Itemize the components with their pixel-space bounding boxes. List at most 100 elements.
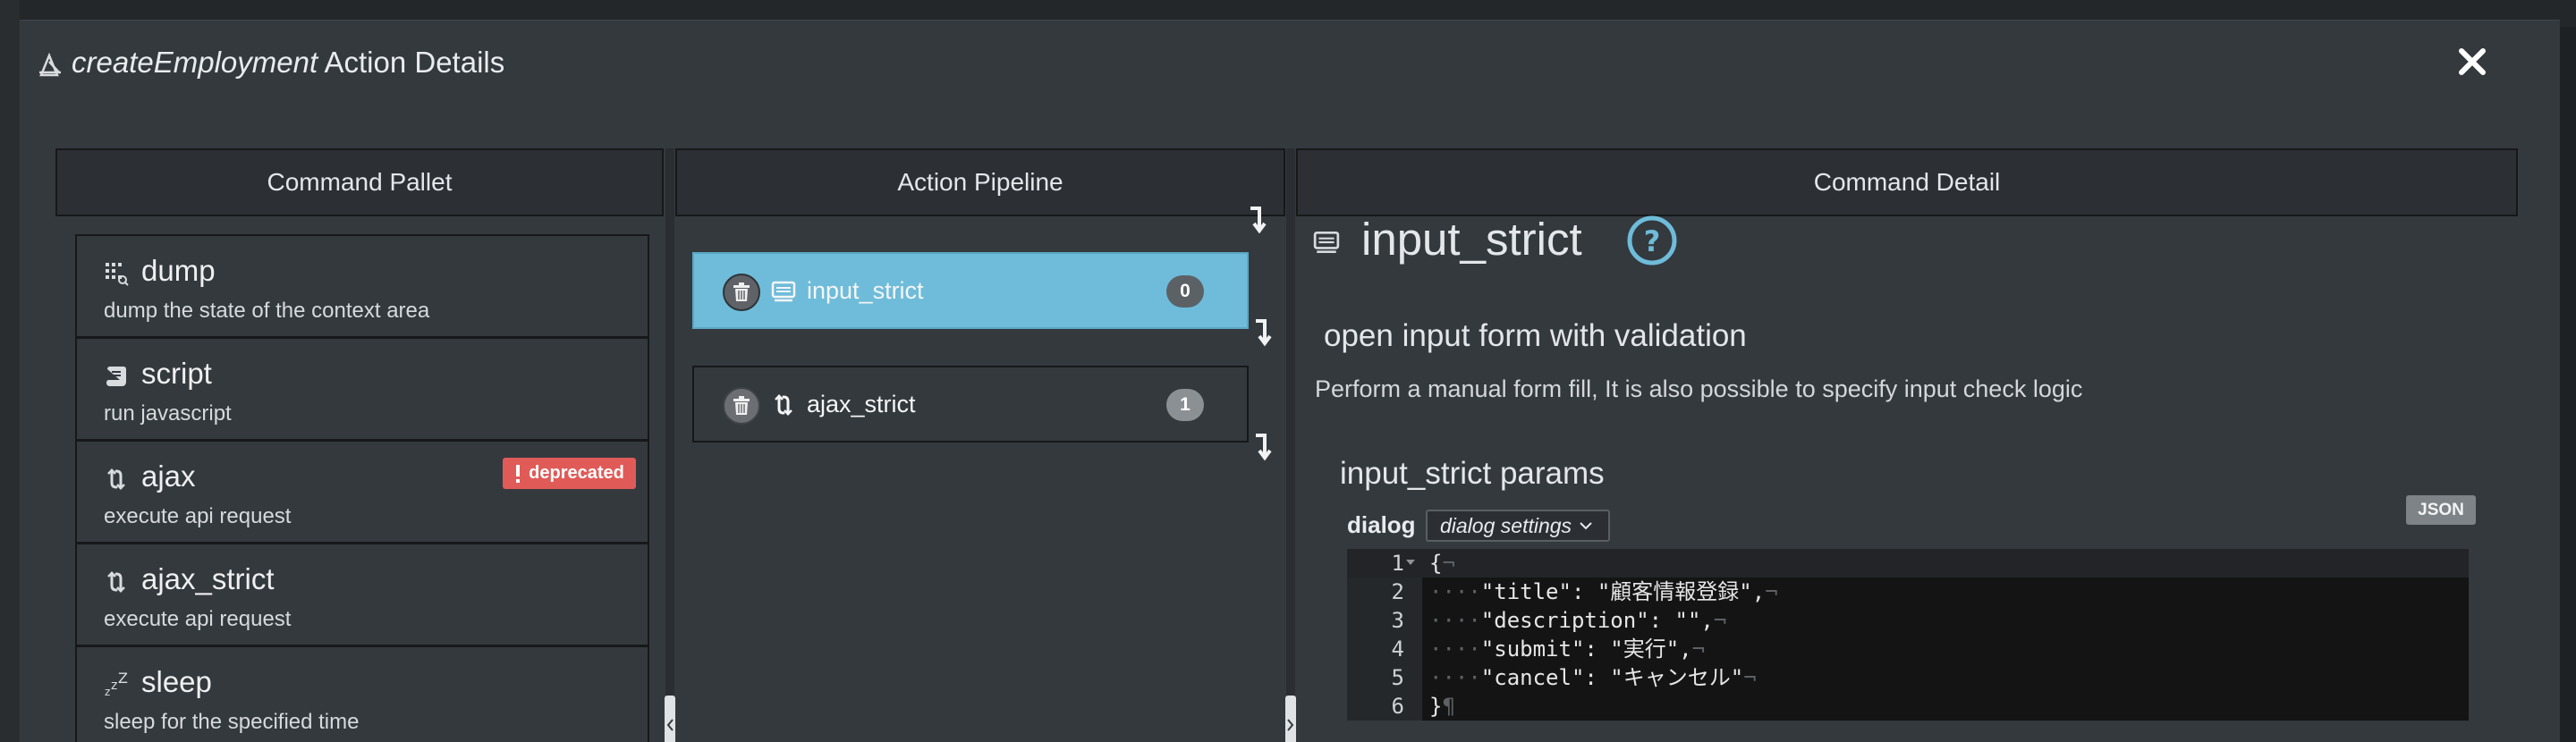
modal-title: createEmployment Action Details <box>72 46 504 80</box>
code-content: "description": "", <box>1480 608 1714 633</box>
svg-text:z: z <box>111 679 117 693</box>
pipeline-item-ajax-strict[interactable]: ajax_strict 1 <box>692 366 1249 443</box>
dialog-select-value: dialog settings <box>1440 513 1572 537</box>
eol-mark: ¬ <box>1765 579 1778 604</box>
line-number: 1 <box>1391 551 1404 576</box>
pipeline-item-index: 1 <box>1166 389 1204 421</box>
delete-button[interactable] <box>723 387 760 425</box>
code-line: 1 {¬ <box>1347 549 2469 578</box>
indent-mark: ···· <box>1429 579 1481 604</box>
code-line: 4 ····"submit": "実行",¬ <box>1347 635 2469 663</box>
line-number: 6 <box>1391 694 1404 719</box>
pallet-item-sleep[interactable]: z z Z sleep sleep for the specified time <box>75 645 649 742</box>
ajax-icon <box>107 468 125 490</box>
action-name: createEmployment <box>72 46 318 79</box>
pallet-item-ajax[interactable]: ajax execute api request <box>75 440 649 544</box>
code-content: "cancel": "キャンセル" <box>1480 665 1744 690</box>
dump-icon <box>106 263 129 286</box>
pallet-item-desc: execute api request <box>104 504 292 528</box>
pipeline-item-input-strict[interactable]: input_strict 0 <box>692 252 1249 329</box>
pallet-item-desc: execute api request <box>104 607 292 631</box>
line-number: 5 <box>1391 665 1404 690</box>
pallet-item-desc: sleep for the specified time <box>104 710 360 734</box>
code-text: ····"description": "",¬ <box>1429 606 1726 635</box>
fold-arrow-icon[interactable] <box>1406 560 1415 565</box>
connector-arrow-icon <box>1256 319 1272 347</box>
input-form-icon <box>771 281 796 302</box>
backdrop-left <box>0 0 20 742</box>
code-content: "title": "顧客情報登録", <box>1480 579 1766 604</box>
svg-text:z: z <box>105 686 110 697</box>
json-code-editor[interactable]: 1 {¬ 2 ····"title": "顧客情報登録",¬ 3 ····"de… <box>1347 549 2469 721</box>
indent-mark: ···· <box>1429 608 1481 633</box>
dialog-settings-select[interactable]: dialog settings <box>1426 510 1610 542</box>
sleep-icon: z z Z <box>105 672 128 697</box>
eol-mark: ¬ <box>1691 637 1706 662</box>
pallet-item-name: sleep <box>141 665 212 698</box>
pallet-item-name: script <box>141 357 212 390</box>
trash-icon <box>733 396 750 415</box>
eol-mark: ¬ <box>1442 551 1455 576</box>
chevron-left-icon <box>666 718 674 731</box>
code-line: 5 ····"cancel": "キャンセル"¬ <box>1347 663 2469 692</box>
code-line: 2 ····"title": "顧客情報登録",¬ <box>1347 578 2469 606</box>
ajax-icon <box>107 571 125 593</box>
pallet-item-script[interactable]: script run javascript <box>75 337 649 441</box>
code-line: 6 }¶ <box>1347 692 2469 721</box>
input-form-icon <box>1313 231 1340 254</box>
eol-mark: ¬ <box>1743 665 1757 690</box>
indent-mark: ···· <box>1429 665 1481 690</box>
modal-header: createEmployment Action Details <box>20 21 2560 110</box>
command-summary: open input form with validation <box>1324 318 1747 353</box>
help-icon[interactable]: ? <box>1626 215 1678 266</box>
splitter-right[interactable] <box>1286 148 1295 742</box>
code-text: }¶ <box>1429 692 1455 721</box>
pipeline-item-index: 0 <box>1166 275 1204 308</box>
splitter-left-handle[interactable] <box>665 696 675 742</box>
line-number: 3 <box>1391 608 1404 633</box>
pallet-item-name: ajax_strict <box>141 562 275 595</box>
code-text: ····"title": "顧客情報登録",¬ <box>1429 578 1778 606</box>
command-pallet-header: Command Pallet <box>55 148 664 216</box>
splitter-right-handle[interactable] <box>1285 696 1296 742</box>
code-line: 3 ····"description": "",¬ <box>1347 606 2469 635</box>
close-icon <box>2459 48 2486 75</box>
command-name: input_strict <box>1361 214 1582 265</box>
action-pipeline-header: Action Pipeline <box>675 148 1285 216</box>
line-number: 4 <box>1391 637 1404 662</box>
chevron-right-icon <box>1287 718 1294 731</box>
exclamation-icon <box>516 464 521 483</box>
splitter-left[interactable] <box>665 148 674 742</box>
svg-text:Z: Z <box>118 672 128 687</box>
connector-arrow-icon <box>1256 434 1272 461</box>
svg-text:?: ? <box>1644 224 1661 258</box>
delete-button[interactable] <box>723 274 760 311</box>
code-content: } <box>1429 694 1443 719</box>
pallet-item-desc: dump the state of the context area <box>104 299 430 323</box>
pipeline-item-label: input_strict <box>807 277 924 304</box>
connector-arrow-icon <box>1250 207 1267 234</box>
pallet-item-dump[interactable]: dump dump the state of the context area <box>75 234 649 338</box>
dialog-param-label: dialog <box>1347 511 1416 538</box>
indent-mark: ···· <box>1429 637 1481 662</box>
chevron-down-icon <box>1580 522 1592 530</box>
params-title: input_strict params <box>1340 456 1605 491</box>
pipeline-item-label: ajax_strict <box>807 391 916 417</box>
code-text: ····"submit": "実行",¬ <box>1429 635 1705 663</box>
pallet-item-ajax-strict[interactable]: ajax_strict execute api request <box>75 543 649 646</box>
json-toggle-button[interactable]: JSON <box>2406 495 2476 525</box>
command-description: Perform a manual form fill, It is also p… <box>1315 375 2083 402</box>
close-button[interactable] <box>2447 37 2497 87</box>
title-suffix: Action Details <box>318 46 505 79</box>
trash-icon <box>733 282 750 301</box>
eof-mark: ¶ <box>1442 694 1455 719</box>
deprecated-badge: deprecated <box>503 458 636 489</box>
action-icon <box>39 52 61 77</box>
pallet-item-desc: run javascript <box>104 401 232 426</box>
pallet-item-name: ajax <box>141 460 196 493</box>
ajax-icon <box>775 394 792 416</box>
code-text: {¬ <box>1429 549 1455 578</box>
line-number: 2 <box>1391 579 1404 604</box>
deprecated-label: deprecated <box>529 463 624 483</box>
eol-mark: ¬ <box>1713 608 1727 633</box>
